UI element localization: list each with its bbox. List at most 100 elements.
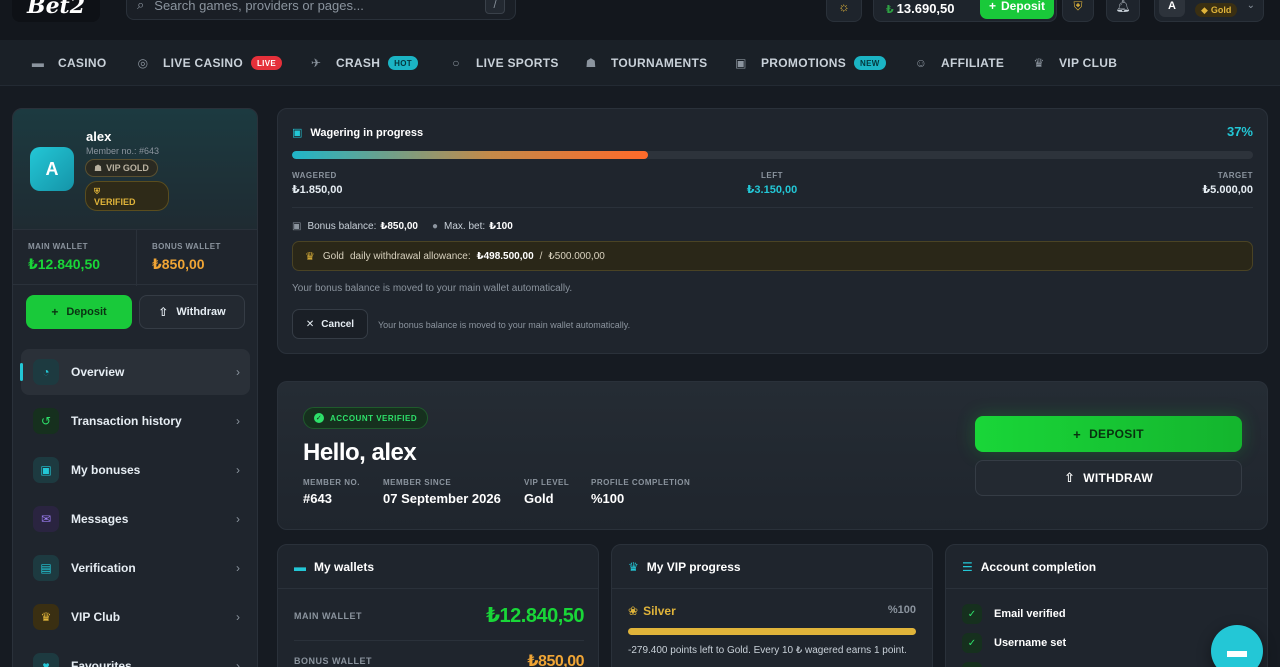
withdraw-button[interactable]: ⇧ WITHDRAW [975,460,1242,496]
nav-label: CRASH [336,56,381,70]
upload-icon: ⇧ [1064,470,1076,485]
checklist-item: ✓ Email verified [962,604,1066,624]
nav-vip-club[interactable]: ♛ VIP CLUB [1029,52,1117,74]
divider [278,588,598,589]
verified-label: ACCOUNT VERIFIED [330,413,418,423]
nav-promotions[interactable]: ▣ PROMOTIONS NEW [731,52,886,74]
stat-member-no: MEMBER NO. #643 [303,478,360,506]
sidebar-item-my-bonuses[interactable]: ▣ My bonuses › [21,447,250,493]
left-value: ₺3.150,00 [746,184,798,196]
wallet-icon: ▬ [294,560,306,574]
theme-toggle-button[interactable]: ☼ [826,0,862,22]
profile-header: A alex Member no.: #643 ☗ VIP GOLD ⛨ VERIF… [13,109,257,229]
history-icon: ↺ [33,408,59,434]
sidebar-item-vip-club[interactable]: ♛ VIP Club › [21,594,250,640]
wagering-card: ▣ Wagering in progress 37% WAGERED ₺1.850… [277,108,1268,354]
verified-label: VERIFIED [94,197,136,207]
gift-icon: ▣ [33,457,59,483]
cancel-bonus-button[interactable]: ✕ Cancel [292,309,368,339]
nav-label: PROMOTIONS [761,56,847,70]
target-label: TARGET [1217,171,1253,180]
deposit-button[interactable]: + DEPOSIT [975,416,1242,452]
sidebar-item-messages[interactable]: ✉ Messages › [21,496,250,542]
plus-icon: + [51,305,59,319]
crown-icon: ♛ [1033,56,1045,70]
sidebar-item-favourites[interactable]: ♥ Favourites › [21,643,250,667]
bonus-balance-value: ₺850,00 [380,221,418,232]
vip-shield-button[interactable]: ⛨ [1062,0,1094,22]
chevron-down-icon: ⌄ [1246,0,1255,11]
stat-profile-completion: PROFILE COMPLETION %100 [591,478,690,506]
avatar: A [1159,0,1185,17]
stat-label: VIP LEVEL [524,478,570,487]
id-card-icon: ▤ [33,555,59,581]
avatar: A [30,147,74,191]
checklist-item: ✓ [962,662,994,667]
casino-icon: ▬ [31,56,45,70]
allowance-total: ₺500.000,00 [548,250,605,262]
sidebar-item-verification[interactable]: ▤ Verification › [21,545,250,591]
stat-value: %100 [591,491,625,506]
sidebar-item-label: VIP Club [71,610,121,624]
search-bar[interactable]: ⌕ Search games, providers or pages... / [126,0,516,20]
crown-icon: ♛ [628,560,639,574]
plus-icon: + [988,0,996,13]
hot-badge: HOT [388,56,418,70]
stat-label: PROFILE COMPLETION [591,478,691,487]
nav-live-sports[interactable]: ○ LIVE SPORTS [446,52,559,74]
bonus-balance-label: Bonus balance: [307,221,377,232]
withdrawal-allowance: ♛ Gold daily withdrawal allowance: ₺498.… [292,241,1253,271]
vip-percent: %100 [887,604,916,616]
mail-icon: ✉ [33,506,59,532]
trophy-icon: ☗ [585,56,597,70]
sidebar-item-label: My bonuses [71,463,141,477]
nav-live-casino[interactable]: ◎ LIVE CASINO LIVE [133,52,282,74]
vip-progress-card: ♛ My VIP progress ❀ Silver %100 -279.400 p… [611,544,933,667]
sidebar-item-transaction-history[interactable]: ↺ Transaction history › [21,398,250,444]
main-wallet-value: ₺12.840,50 [486,605,584,627]
sidebar-item-overview[interactable]: ◔ Overview › [20,349,250,395]
main-wallet-value: ₺12.840,50 [28,256,101,272]
nav-tournaments[interactable]: ☗ TOURNAMENTS [581,52,707,74]
sidebar-deposit-button[interactable]: + Deposit [26,295,132,329]
nav-crash[interactable]: ✈︎ CRASH HOT [306,52,418,74]
main-wallet-label: MAIN WALLET [294,610,362,621]
vip-gold-badge: ☗ VIP GOLD [85,159,158,177]
search-icon: ⌕ [137,0,145,12]
refresh-icon: ▣ [292,127,303,139]
checklist-label: Email verified [994,608,1066,620]
wagering-progress-bar [292,151,1253,159]
stat-label: MEMBER NO. [303,478,360,487]
allowance-separator: / [539,250,543,262]
user-menu[interactable]: A ◆ Gold ⌄ [1154,0,1264,22]
balance-amount: ₺ 13.690,50 [886,1,955,16]
allowance-tier: Gold [322,250,344,262]
notifications-button[interactable]: 🔔︎ [1106,0,1140,22]
chevron-right-icon: › [236,365,240,379]
bonus-wallet-label: BONUS WALLET [152,242,221,251]
nav-casino[interactable]: ▬ CASINO [28,52,106,74]
check-icon: ✓ [962,604,982,624]
balance-widget[interactable]: ₺ 13.690,50 + Deposit [873,0,1057,22]
withdraw-label: Withdraw [176,306,226,318]
chevron-right-icon: › [236,659,240,667]
verified-badge: ⛨ VERIFIED [85,181,169,211]
nav-label: TOURNAMENTS [611,56,708,70]
currency-symbol: ₺ [886,4,894,16]
deposit-label: Deposit [66,306,107,318]
check-icon: ✓ [962,633,982,653]
nav-label: CASINO [58,56,107,70]
nav-affiliate[interactable]: ☺ AFFILIATE [911,52,1004,74]
logo[interactable]: Bet2 [12,0,100,22]
wagering-progress-fill [292,151,648,159]
sidebar-withdraw-button[interactable]: ⇧ Withdraw [139,295,245,329]
card-title: ♛ My VIP progress [628,560,741,574]
shield-icon: ⛨ [94,187,100,196]
header-deposit-button[interactable]: + Deposit [980,0,1054,19]
bonus-info-row: ▣ Bonus balance: ₺850,00 ● Max. bet: ₺10… [292,221,513,232]
deposit-label: DEPOSIT [1089,427,1144,441]
upload-icon: ⇧ [158,305,169,319]
stat-value: Gold [524,491,554,506]
search-input[interactable]: Search games, providers or pages... [154,0,485,13]
wagered-value: ₺1.850,00 [292,184,343,196]
